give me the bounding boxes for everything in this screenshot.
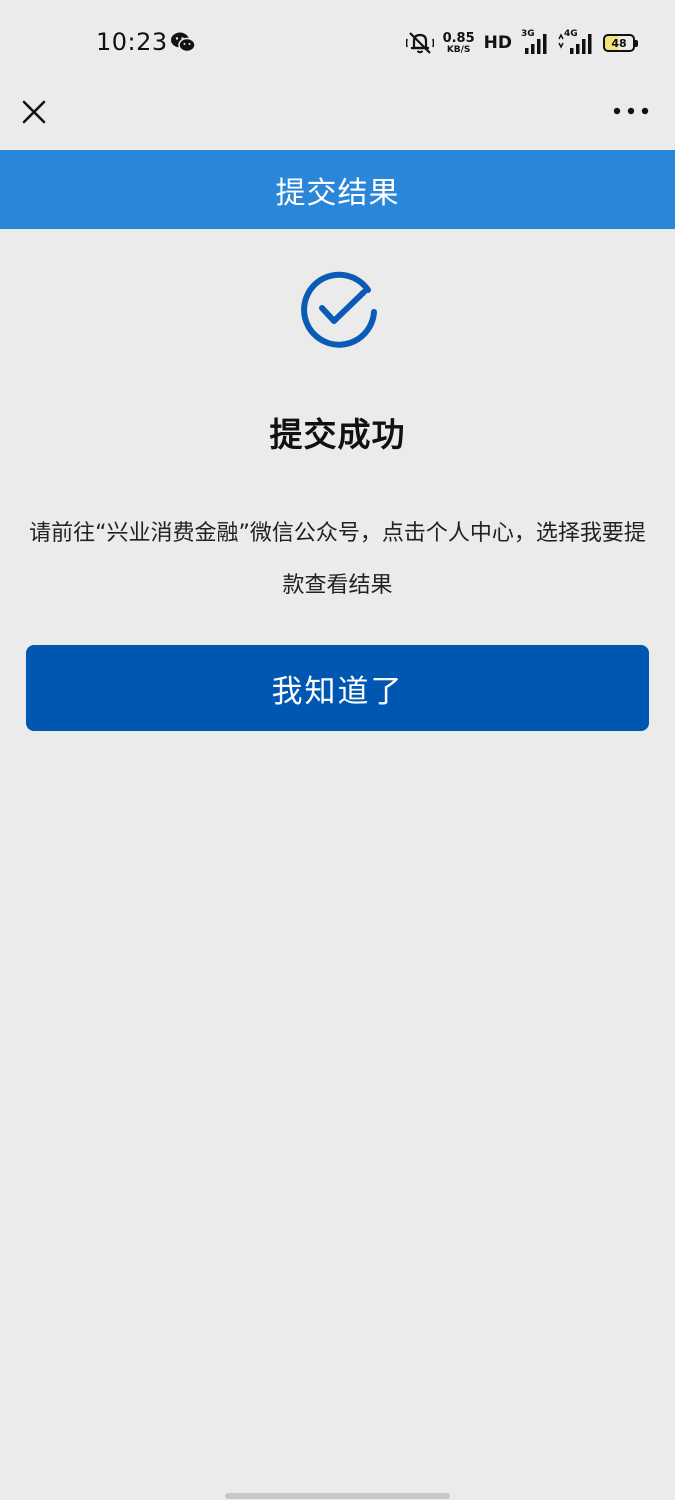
home-indicator[interactable]	[225, 1493, 450, 1499]
battery-icon: 48	[603, 34, 638, 52]
signal-type-label-2: 4G	[564, 29, 578, 39]
signal-icon: 3G	[521, 29, 549, 55]
close-icon[interactable]	[16, 92, 54, 130]
wechat-icon	[171, 32, 196, 53]
nav-bar	[0, 86, 675, 150]
result-message: 请前往“兴业消费金融”微信公众号，点击个人中心，选择我要提款查看结果	[29, 521, 646, 598]
network-speed: 0.85 KB/S	[443, 32, 475, 55]
battery-level: 48	[611, 36, 627, 50]
signal-icon-2: 4G	[558, 29, 594, 55]
result-heading: 提交成功	[269, 415, 406, 454]
more-icon[interactable]	[611, 96, 651, 126]
header-bar: 提交结果	[0, 150, 675, 229]
status-bar: 10:23 0.85 KB/S HD 3G 4G 48	[0, 0, 675, 86]
network-speed-unit: KB/S	[446, 44, 471, 55]
confirm-button[interactable]: 我知道了	[26, 645, 649, 731]
network-speed-value: 0.85	[442, 30, 475, 46]
page-title: 提交结果	[275, 175, 400, 211]
hd-label: HD	[483, 33, 512, 53]
signal-type-label: 3G	[521, 29, 535, 39]
mute-icon	[405, 32, 434, 54]
status-time: 10:23	[96, 28, 168, 56]
check-circle-icon	[301, 271, 377, 348]
status-indicators: 0.85 KB/S HD 3G 4G 48	[405, 27, 638, 59]
